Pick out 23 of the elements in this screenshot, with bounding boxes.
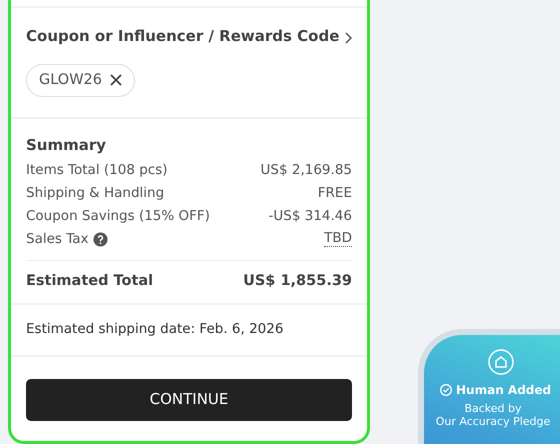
coupon-code: GLOW26 [39, 70, 102, 90]
continue-button[interactable]: CONTINUE [26, 378, 352, 420]
badge-title: Human Added [456, 382, 552, 399]
summary-value: -US$ 314.46 [268, 206, 352, 226]
summary-label: Shipping & Handling [26, 184, 164, 203]
help-icon[interactable] [92, 232, 108, 246]
shipping-date-note: Estimated shipping date: Feb. 6, 2026 [26, 320, 284, 340]
summary-value: US$ 2,169.85 [260, 160, 352, 180]
chevron-right-icon[interactable] [345, 32, 352, 44]
summary-label: Coupon Savings (15% OFF) [26, 206, 210, 226]
close-icon[interactable] [110, 74, 122, 86]
summary-label: Items Total (108 pcs) [26, 160, 168, 180]
summary-label: Sales Tax [26, 230, 88, 249]
check-circle-icon [440, 384, 452, 396]
summary-title: Summary [26, 135, 108, 156]
total-label: Estimated Total [26, 272, 154, 291]
summary-value: FREE [318, 184, 352, 203]
total-value: US$ 1,855.39 [243, 272, 352, 291]
coupon-section-title: Coupon or Influencer / Rewards Code [26, 26, 340, 47]
house-icon [488, 349, 514, 375]
badge-subtitle: Backed by [463, 402, 523, 416]
badge-subtitle: Our Accuracy Pledge [434, 415, 552, 428]
summary-value[interactable]: TBD [324, 231, 352, 247]
